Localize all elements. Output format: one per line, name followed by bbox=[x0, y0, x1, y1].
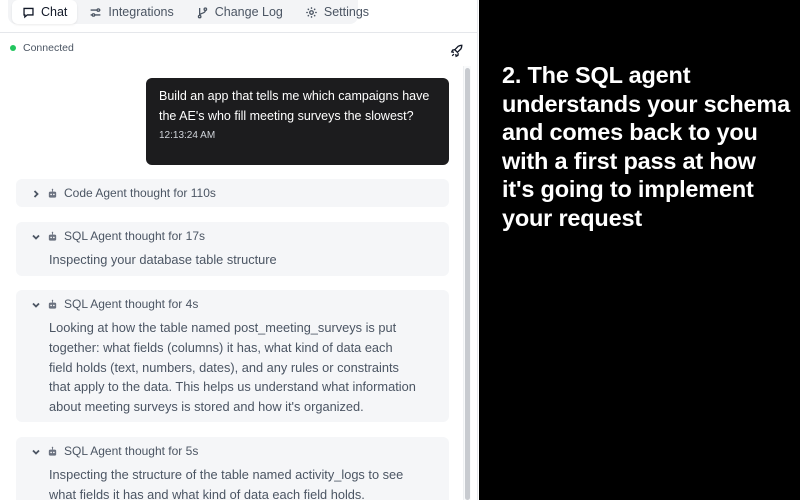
message-timestamp: 12:13:24 AM bbox=[159, 130, 216, 141]
connection-status: Connected bbox=[10, 42, 74, 54]
tab-chat[interactable]: Chat bbox=[12, 0, 78, 24]
agent-step-body: Inspecting the structure of the table na… bbox=[49, 467, 404, 500]
tab-label: Integrations bbox=[108, 5, 174, 19]
chevron-right-icon bbox=[31, 188, 41, 198]
tab-settings[interactable]: Settings bbox=[295, 0, 379, 24]
chevron-down-icon bbox=[31, 231, 41, 241]
gear-icon bbox=[306, 6, 317, 18]
agent-step-body: Inspecting your database table structure bbox=[49, 252, 277, 267]
tab-integrations[interactable]: Integrations bbox=[79, 0, 183, 24]
rocket-icon bbox=[450, 44, 463, 58]
user-message-bubble: Build an app that tells me which campaig… bbox=[146, 78, 449, 165]
agent-step-toggle[interactable]: SQL Agent thought for 17s bbox=[16, 222, 449, 250]
agent-step-card: Code Agent thought for 110s bbox=[16, 179, 449, 207]
tab-bar: Chat Integrations Change Log Settings bbox=[8, 0, 369, 24]
tab-label: Settings bbox=[323, 5, 370, 19]
tab-change-log[interactable]: Change Log bbox=[186, 0, 293, 24]
agent-step-body: Looking at how the table named post_meet… bbox=[49, 320, 416, 415]
agent-step-title: Code Agent thought for 110s bbox=[64, 186, 216, 200]
status-dot-icon bbox=[10, 45, 16, 51]
robot-icon bbox=[48, 188, 57, 198]
agent-step-title: SQL Agent thought for 5s bbox=[64, 444, 199, 458]
agent-step-toggle[interactable]: SQL Agent thought for 5s bbox=[16, 437, 449, 465]
status-label: Connected bbox=[23, 42, 74, 54]
agent-step-card: SQL Agent thought for 4s Looking at how … bbox=[16, 290, 449, 422]
git-branch-icon bbox=[197, 6, 207, 18]
tab-label: Chat bbox=[41, 5, 68, 19]
robot-icon bbox=[48, 231, 57, 241]
agent-step-title: SQL Agent thought for 17s bbox=[64, 229, 205, 243]
agent-step-toggle[interactable]: SQL Agent thought for 4s bbox=[16, 290, 449, 318]
chat-icon bbox=[23, 7, 34, 18]
header-divider bbox=[0, 32, 477, 33]
caption-text: 2. The SQL agent understands your schema… bbox=[502, 62, 790, 231]
user-message-text: Build an app that tells me which campaig… bbox=[159, 89, 430, 123]
agent-step-toggle[interactable]: Code Agent thought for 110s bbox=[16, 179, 449, 207]
caption-panel: 2. The SQL agent understands your schema… bbox=[479, 0, 800, 500]
chevron-down-icon bbox=[31, 299, 41, 309]
agent-step-card: SQL Agent thought for 5s Inspecting the … bbox=[16, 437, 449, 500]
agent-step-card: SQL Agent thought for 17s Inspecting you… bbox=[16, 222, 449, 276]
agent-step-title: SQL Agent thought for 4s bbox=[64, 297, 199, 311]
scrollbar-thumb[interactable] bbox=[465, 68, 470, 500]
robot-icon bbox=[48, 446, 57, 456]
robot-icon bbox=[48, 299, 57, 309]
tab-label: Change Log bbox=[214, 5, 283, 19]
chat-app-panel: Chat Integrations Change Log Settings Co… bbox=[0, 0, 478, 500]
chevron-down-icon bbox=[31, 446, 41, 456]
sliders-icon bbox=[91, 7, 101, 17]
deploy-button[interactable] bbox=[450, 44, 464, 58]
